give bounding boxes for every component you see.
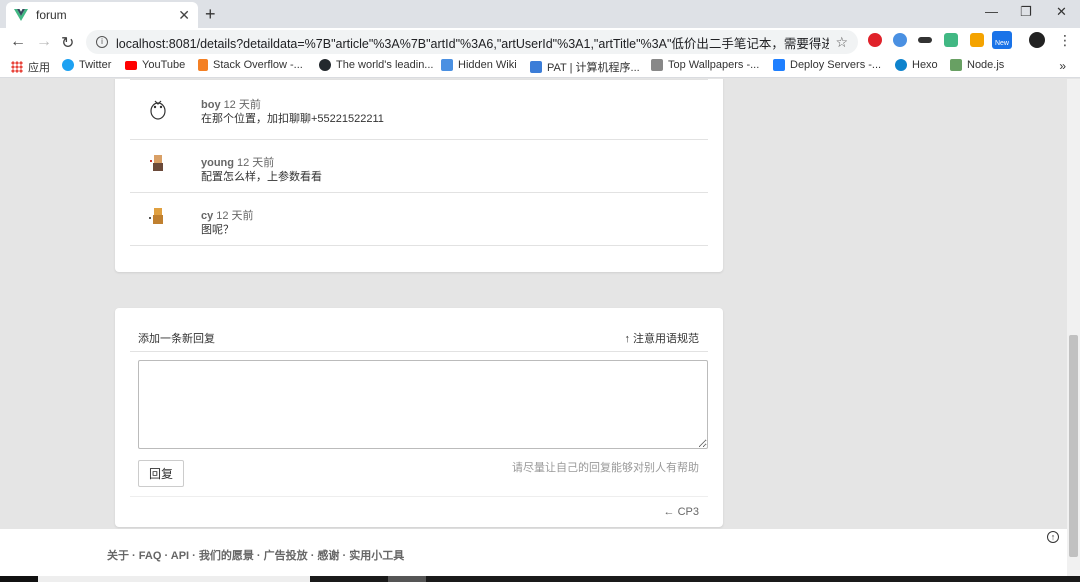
vue-logo-icon: [14, 9, 28, 21]
avatar: [150, 155, 163, 171]
menu-kebab-icon[interactable]: ⋮: [1058, 32, 1072, 49]
tab-title: forum: [36, 8, 67, 22]
bookmark-github[interactable]: The world's leadin...: [319, 59, 433, 71]
reply-submit-button[interactable]: 回复: [138, 460, 184, 487]
minimize-icon[interactable]: —: [985, 4, 998, 19]
back-to-top-icon[interactable]: ↑: [1047, 531, 1059, 543]
stackoverflow-icon: [198, 59, 208, 71]
nodejs-icon: [950, 59, 962, 71]
page-icon: [441, 59, 453, 71]
usage-rules-link[interactable]: ↑ 注意用语规范: [624, 330, 699, 346]
download-extension-icon[interactable]: [970, 33, 984, 47]
bookmark-star-icon[interactable]: ☆: [835, 34, 848, 51]
bookmarks-bar: 应用 Twitter YouTube Stack Overflow -... T…: [0, 56, 1080, 78]
bookmarks-overflow-icon[interactable]: »: [1059, 59, 1066, 73]
pat-icon: [530, 61, 542, 73]
bookmark-label: Node.js: [967, 59, 1005, 71]
bookmark-label: The world's leadin...: [336, 59, 434, 71]
comment-text: 在那个位置，加扣聊聊+55221522211: [201, 113, 384, 125]
wallpapers-icon: [651, 59, 663, 71]
bookmark-stackoverflow[interactable]: Stack Overflow -...: [198, 59, 303, 71]
vue-devtools-icon[interactable]: [944, 33, 958, 47]
forward-icon[interactable]: →: [36, 33, 52, 51]
twitter-icon: [62, 59, 74, 71]
bookmark-pat[interactable]: PAT | 计算机程序...: [530, 59, 640, 75]
profile-avatar[interactable]: [1029, 32, 1045, 48]
vultr-icon: [773, 59, 785, 71]
comment-item: cy 12 天前 图呢？: [130, 193, 708, 246]
avatar: [150, 100, 166, 120]
close-window-icon[interactable]: ✕: [1056, 4, 1067, 20]
bookmark-hexo[interactable]: Hexo: [895, 59, 938, 71]
page-scrollbar[interactable]: [1067, 79, 1080, 576]
comment-item: young 12 天前 配置怎么样，上参数看看: [130, 140, 708, 193]
bookmark-hidden-wiki[interactable]: Hidden Wiki: [441, 59, 517, 71]
reply-heading: 添加一条新回复: [138, 333, 215, 345]
reply-card: 添加一条新回复 ↑ 注意用语规范 回复 请尽量让自己的回复能够对别人有帮助 ← …: [115, 308, 723, 527]
extension-icon[interactable]: [893, 33, 907, 47]
os-taskbar: [0, 576, 1080, 582]
site-footer: 关于 · FAQ · API · 我们的愿景 · 广告投放 · 感谢 · 实用小…: [0, 529, 1067, 576]
bookmark-label: Twitter: [79, 59, 112, 71]
bookmark-youtube[interactable]: YouTube: [125, 59, 185, 71]
tab-close-icon[interactable]: ✕: [178, 7, 190, 24]
comment-text: 配置怎么样，上参数看看: [201, 171, 322, 183]
bookmark-label: Hexo: [912, 59, 938, 71]
comments-card: boy 12 天前 在那个位置，加扣聊聊+55221522211 young 12 …: [115, 79, 723, 272]
hexo-icon: [895, 59, 907, 71]
page-viewport: boy 12 天前 在那个位置，加扣聊聊+55221522211 young 12 …: [0, 79, 1067, 529]
bookmark-label: Deploy Servers -...: [790, 59, 882, 71]
bookmark-label: Top Wallpapers -...: [668, 59, 760, 71]
divider: [130, 496, 708, 497]
taskbar-segment[interactable]: [38, 576, 310, 582]
address-bar[interactable]: i localhost:8081/details?detaildata=%7B"…: [86, 30, 858, 54]
bookmark-label: Stack Overflow -...: [213, 59, 303, 71]
reply-hint: 请尽量让自己的回复能够对别人有帮助: [512, 462, 699, 474]
tab-strip: forum ✕ + — ❐ ✕: [0, 0, 1080, 28]
new-badge-label: New: [994, 40, 1009, 47]
back-icon[interactable]: ←: [10, 33, 26, 51]
bookmark-wallpapers[interactable]: Top Wallpapers -...: [651, 59, 759, 71]
bookmark-twitter[interactable]: Twitter: [62, 59, 111, 71]
youtube-icon: [125, 60, 137, 70]
github-icon: [319, 59, 331, 71]
bookmark-nodejs[interactable]: Node.js: [950, 59, 1004, 71]
bookmark-vultr[interactable]: Deploy Servers -...: [773, 59, 881, 71]
reload-icon[interactable]: ↻: [61, 33, 74, 53]
tab-forum[interactable]: forum ✕: [6, 2, 198, 28]
new-badge-extension-icon[interactable]: New: [992, 31, 1012, 49]
apps-grid-icon: [11, 61, 23, 73]
scrollbar-thumb[interactable]: [1069, 335, 1078, 557]
bookmark-apps[interactable]: 应用: [11, 59, 50, 75]
divider: [130, 351, 708, 352]
taskbar-segment[interactable]: [0, 576, 38, 582]
back-to-forum-link[interactable]: ← CP3: [664, 506, 699, 518]
taskbar-segment[interactable]: [388, 576, 426, 582]
new-tab-icon[interactable]: +: [205, 4, 216, 25]
comment-item: boy 12 天前 在那个位置，加扣聊聊+55221522211: [130, 80, 708, 140]
glasses-extension-icon[interactable]: [918, 37, 932, 43]
bookmark-label: 应用: [28, 62, 50, 74]
opera-extension-icon[interactable]: [868, 33, 882, 47]
bookmark-label: YouTube: [142, 59, 186, 71]
footer-links[interactable]: 关于 · FAQ · API · 我们的愿景 · 广告投放 · 感谢 · 实用小…: [107, 547, 404, 563]
site-info-icon[interactable]: i: [96, 36, 108, 48]
reply-textarea[interactable]: [138, 360, 708, 449]
restore-icon[interactable]: ❐: [1020, 4, 1032, 20]
bookmark-label: PAT | 计算机程序...: [547, 62, 640, 74]
url-text[interactable]: localhost:8081/details?detaildata=%7B"ar…: [116, 33, 829, 52]
comment-text: 图呢？: [201, 224, 234, 236]
avatar: [149, 208, 163, 224]
bookmark-label: Hidden Wiki: [458, 59, 517, 71]
